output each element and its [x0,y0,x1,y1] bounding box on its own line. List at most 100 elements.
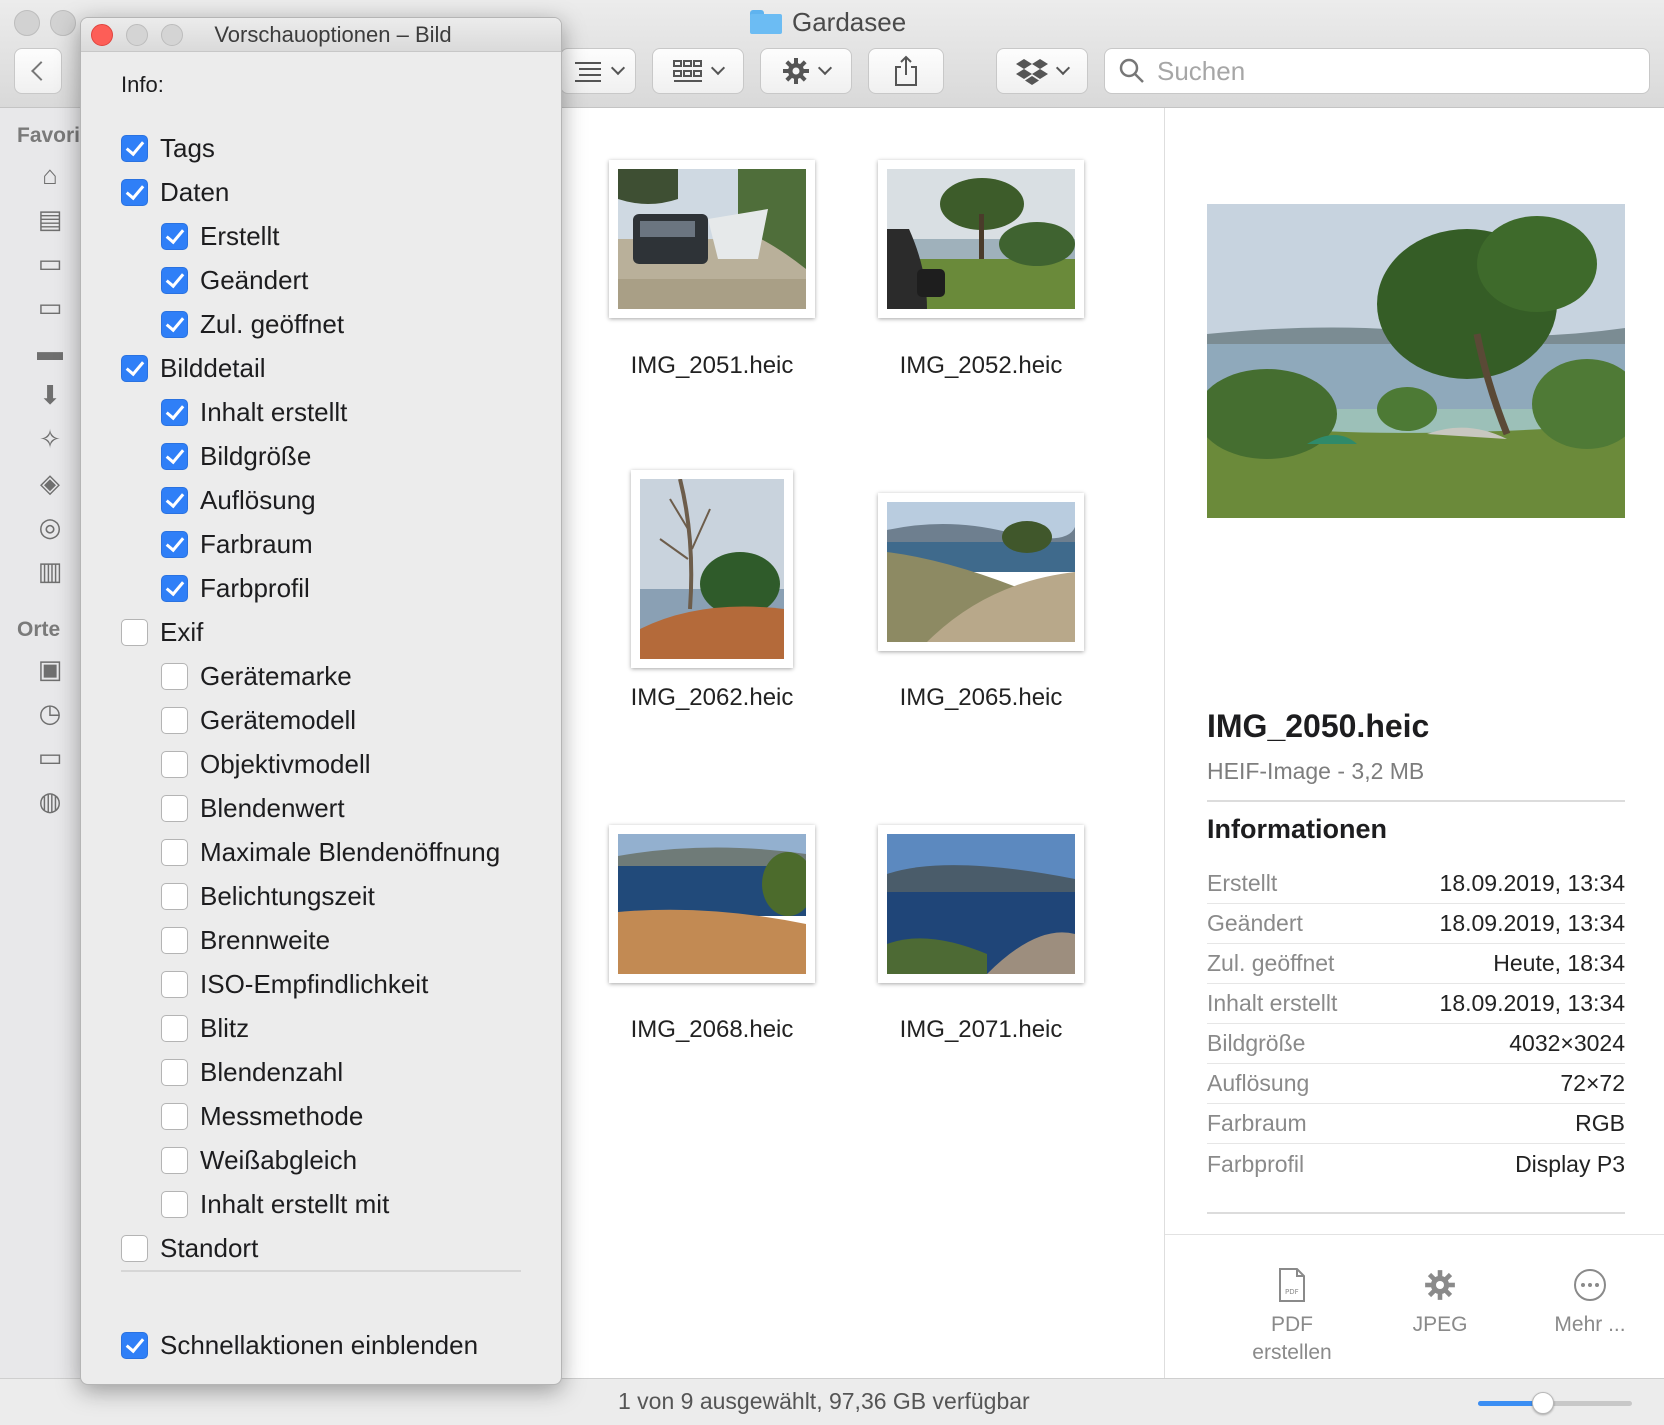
checkbox[interactable] [161,970,188,998]
option-11[interactable]: Exif [121,615,203,649]
option-18[interactable]: Brennweite [161,923,330,957]
view-mode-button[interactable] [560,48,636,94]
convert-jpeg-button[interactable]: JPEG [1365,1265,1515,1339]
more-actions-button[interactable]: Mehr ... [1515,1265,1664,1339]
checkbox[interactable] [121,134,148,162]
file-thumbnail[interactable] [878,825,1084,983]
option-3[interactable]: Geändert [161,263,308,297]
checkbox[interactable] [161,398,188,426]
icon-size-slider[interactable] [1478,1392,1632,1414]
checkbox[interactable] [161,442,188,470]
checkbox[interactable] [161,794,188,822]
file-name-label[interactable]: IMG_2051.heic [582,352,842,380]
option-4[interactable]: Zul. geöffnet [161,307,344,341]
checkbox[interactable] [161,310,188,338]
drive-icon[interactable]: ▬ [34,336,66,366]
option-21[interactable]: Blendenzahl [161,1055,343,1089]
option-19[interactable]: ISO-Empfindlichkeit [161,967,428,1001]
minimize-window-button[interactable] [50,10,76,36]
back-button[interactable] [14,48,62,94]
checkbox[interactable] [161,882,188,910]
checkbox[interactable] [161,266,188,294]
option-label: Objektivmodell [200,748,371,779]
option-13[interactable]: Gerätemodell [161,703,356,737]
option-5[interactable]: Bilddetail [121,351,266,385]
search-field[interactable] [1104,48,1650,94]
option-label: Gerätemodell [200,704,357,735]
checkbox[interactable] [161,530,188,558]
option-7[interactable]: Bildgröße [161,439,311,473]
checkbox[interactable] [161,1190,188,1218]
checkbox[interactable] [161,486,188,514]
file-name-label[interactable]: IMG_2065.heic [851,684,1111,712]
time-machine-icon[interactable]: ◷ [34,698,66,728]
option-14[interactable]: Objektivmodell [161,747,371,781]
file-thumbnail[interactable] [878,160,1084,318]
slider-knob[interactable] [1531,1392,1554,1414]
option-17[interactable]: Belichtungszeit [161,879,375,913]
checkbox[interactable] [121,354,148,382]
checkbox[interactable] [121,178,148,206]
option-1[interactable]: Daten [121,175,229,209]
action-button[interactable] [760,48,852,94]
option-20[interactable]: Blitz [161,1011,249,1045]
checkbox[interactable] [161,1102,188,1130]
checkbox[interactable] [161,926,188,954]
file-thumbnail[interactable] [609,160,815,318]
share-button[interactable] [868,48,944,94]
checkbox[interactable] [161,222,188,250]
checkbox[interactable] [161,706,188,734]
file-thumbnail[interactable] [878,493,1084,651]
checkbox[interactable] [161,838,188,866]
archive-icon[interactable]: ▥ [34,556,66,586]
folder-icon[interactable]: ▭ [34,248,66,278]
disk-icon[interactable]: ▣ [34,654,66,684]
option-10[interactable]: Farbprofil [161,571,310,605]
option-2[interactable]: Erstellt [161,219,279,253]
home-icon[interactable]: ⌂ [34,160,66,190]
search-input[interactable] [1157,55,1597,87]
folder-icon[interactable]: ▭ [34,292,66,322]
checkbox[interactable] [161,574,188,602]
info-key: Farbraum [1207,1110,1307,1136]
documents-icon[interactable]: ▤ [34,204,66,234]
option-16[interactable]: Maximale Blendenöffnung [161,835,500,869]
download-icon[interactable]: ⬇ [34,380,66,410]
file-thumbnail[interactable] [609,825,815,983]
option-8[interactable]: Auflösung [161,483,316,517]
checkbox[interactable] [121,1234,148,1262]
display-icon[interactable]: ▭ [34,742,66,772]
sidebar: Favori ⌂ ▤ ▭ ▭ ▬ ⬇ ✧ ◈ ◎ ▥ Orte ▣ ◷ ▭ ◍ [0,108,82,1378]
checkbox[interactable] [161,1146,188,1174]
checkbox[interactable] [161,1014,188,1042]
close-window-button[interactable] [14,10,40,36]
file-name-label[interactable]: IMG_2071.heic [851,1016,1111,1044]
option-0[interactable]: Tags [121,131,215,165]
dropbox-icon[interactable]: ◈ [34,468,66,498]
option-12[interactable]: Gerätemarke [161,659,352,693]
checkbox[interactable] [121,618,148,646]
network-icon[interactable]: ◍ [34,786,66,816]
option-22[interactable]: Messmethode [161,1099,363,1133]
dropbox-button[interactable] [996,48,1088,94]
quick-actions-option[interactable]: Schnellaktionen einblenden [121,1328,478,1362]
option-15[interactable]: Blendenwert [161,791,345,825]
checkbox[interactable] [121,1331,148,1359]
checkbox[interactable] [161,750,188,778]
option-24[interactable]: Inhalt erstellt mit [161,1187,389,1221]
group-button[interactable] [652,48,744,94]
airdrop-icon[interactable]: ◎ [34,512,66,542]
option-label: Bilddetail [160,352,266,383]
file-name-label[interactable]: IMG_2062.heic [582,684,842,712]
option-23[interactable]: Weißabgleich [161,1143,357,1177]
option-6[interactable]: Inhalt erstellt [161,395,347,429]
create-pdf-button[interactable]: PDF PDF erstellen [1217,1265,1367,1367]
option-25[interactable]: Standort [121,1231,258,1265]
checkbox[interactable] [161,662,188,690]
file-name-label[interactable]: IMG_2068.heic [582,1016,842,1044]
checkbox[interactable] [161,1058,188,1086]
file-thumbnail[interactable] [631,470,793,668]
applications-icon[interactable]: ✧ [34,424,66,454]
file-name-label[interactable]: IMG_2052.heic [851,352,1111,380]
option-9[interactable]: Farbraum [161,527,313,561]
